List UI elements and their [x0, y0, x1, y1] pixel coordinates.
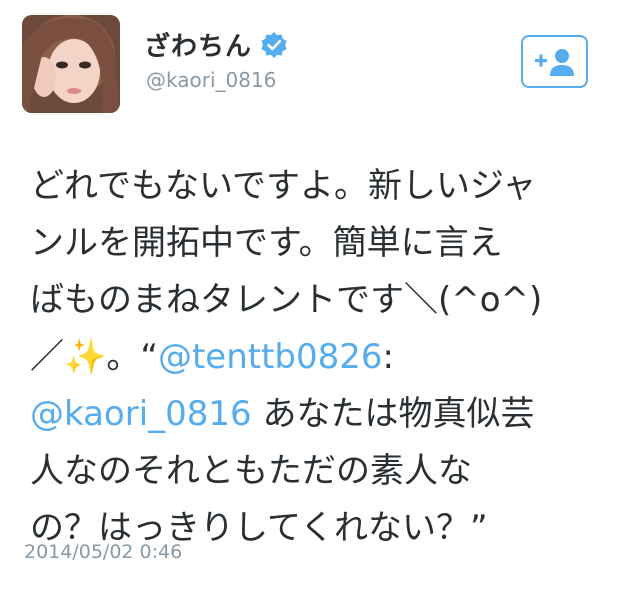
screen-name[interactable]: @kaori_0816	[146, 68, 276, 92]
tweet-text-segment: ／✨。“	[30, 337, 158, 377]
tweet-line: @kaori_0816 あなたは物真似芸	[30, 386, 610, 443]
tweet-card: ざわちん @kaori_0816 どれでもないですよ。新しいジャ ンルを開拓中で…	[0, 0, 640, 589]
tweet-line: ばものまねタレントです＼(^o^)	[30, 280, 543, 320]
tweet-text-segment: あなたは物真似芸	[251, 394, 535, 434]
mention-link[interactable]: @kaori_0816	[30, 394, 252, 434]
add-user-icon	[534, 48, 574, 76]
verified-badge-icon	[260, 31, 288, 59]
avatar[interactable]	[22, 15, 120, 113]
tweet-text-segment: :	[382, 337, 394, 377]
tweet-text: どれでもないですよ。新しいジャ ンルを開拓中です。簡単に言え ばものまねタレント…	[30, 158, 610, 557]
mention-link[interactable]: @tenttb0826	[158, 337, 383, 377]
timestamp[interactable]: 2014/05/02 0:46	[24, 541, 182, 563]
tweet-line: ンルを開拓中です。簡単に言え	[30, 223, 503, 263]
follow-button[interactable]	[521, 35, 588, 88]
tweet-line: ／✨。“@tenttb0826:	[30, 329, 610, 386]
tweet-line: 人なのそれともただの素人な	[30, 451, 472, 491]
tweet-line: どれでもないですよ。新しいジャ	[30, 166, 537, 206]
avatar-photo	[22, 15, 120, 113]
display-name-text[interactable]: ざわちん	[144, 26, 252, 63]
display-name[interactable]: ざわちん	[144, 26, 288, 63]
